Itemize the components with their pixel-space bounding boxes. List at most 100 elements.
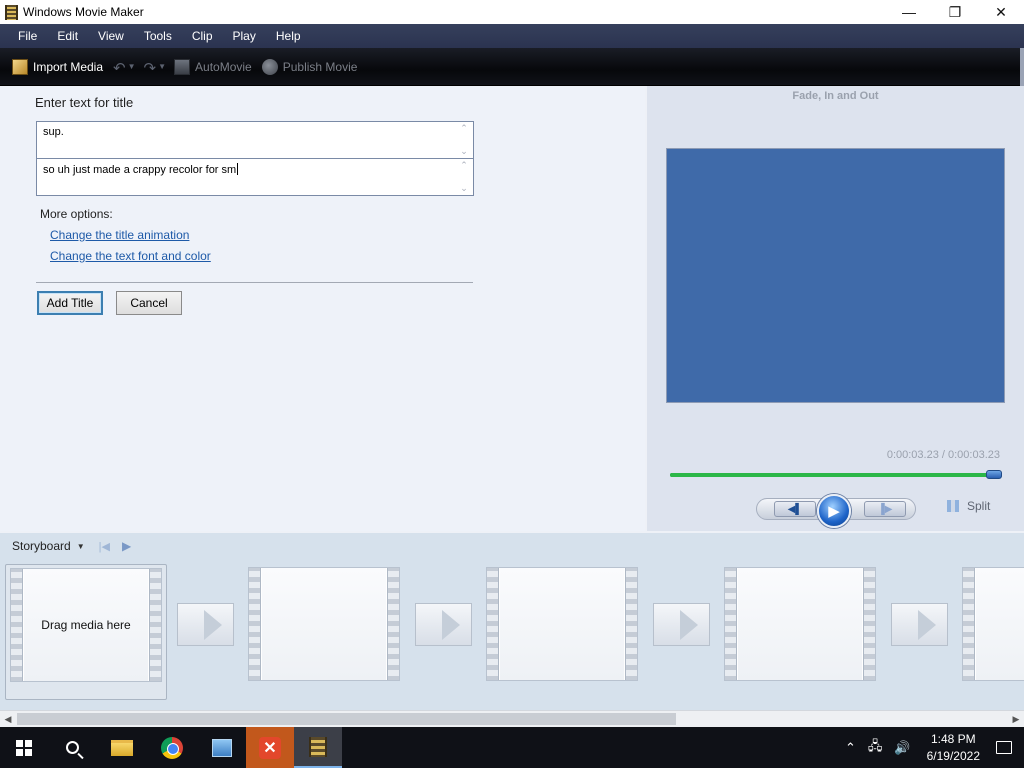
movie-maker-taskbar-button[interactable]: [294, 727, 342, 768]
line1-scrollbar[interactable]: ⌃ ⌄: [458, 123, 470, 157]
line2-scrollbar[interactable]: ⌃ ⌄: [458, 160, 470, 194]
title-editor-heading: Enter text for title: [35, 95, 134, 110]
import-media-icon: [12, 58, 28, 75]
scroll-down-icon[interactable]: ⌄: [460, 183, 468, 194]
minimize-button[interactable]: —: [886, 0, 932, 24]
split-button[interactable]: Split: [947, 499, 990, 513]
title-bar: Windows Movie Maker — ❐ ✕: [0, 0, 1024, 24]
empty-frame: [738, 568, 862, 680]
film-perforation: [11, 569, 23, 681]
clock-date: 6/19/2022: [926, 748, 980, 763]
undo-icon[interactable]: ↶: [113, 59, 126, 77]
time-readout: 0:00:03.23 / 0:00:03.23: [886, 449, 1000, 461]
film-perforation: [725, 568, 737, 680]
storyboard-scrollbar[interactable]: ◀ ▶: [0, 710, 1024, 727]
storyboard-view-dropdown[interactable]: Storyboard: [12, 539, 71, 553]
volume-icon[interactable]: 🔊: [894, 740, 910, 756]
seek-progress: [670, 473, 1002, 477]
search-button[interactable]: [48, 727, 96, 768]
menu-file[interactable]: File: [8, 24, 47, 48]
menu-play[interactable]: Play: [223, 24, 266, 48]
storyboard-frame[interactable]: [248, 567, 400, 681]
error-x-icon: ✕: [259, 736, 281, 759]
previous-frame-button[interactable]: ◀▌: [774, 501, 816, 517]
notification-icon: [996, 741, 1012, 754]
transition-slot[interactable]: [415, 603, 472, 646]
empty-frame: [262, 568, 386, 680]
network-icon[interactable]: 🖧: [868, 737, 883, 759]
transition-arrow-icon: [918, 610, 936, 640]
film-perforation: [625, 568, 637, 680]
previous-frame-icon: ◀▌: [787, 503, 803, 515]
add-title-button[interactable]: Add Title: [37, 291, 103, 315]
scroll-down-icon[interactable]: ⌄: [460, 146, 468, 157]
chevron-up-icon[interactable]: ⌃: [845, 740, 856, 756]
transition-slot[interactable]: [653, 603, 710, 646]
scroll-up-icon[interactable]: ⌃: [460, 160, 468, 171]
scroll-right-icon[interactable]: ▶: [1008, 711, 1024, 727]
storyboard-frame[interactable]: [724, 567, 876, 681]
search-icon: [65, 741, 79, 754]
transition-slot[interactable]: [177, 603, 234, 646]
cancel-button[interactable]: Cancel: [116, 291, 182, 315]
publish-movie-button[interactable]: Publish Movie: [261, 58, 357, 75]
scroll-up-icon[interactable]: ⌃: [460, 123, 468, 134]
effect-name: Fade, In and Out: [792, 90, 879, 102]
clock[interactable]: 1:48 PM 6/19/2022: [927, 731, 980, 765]
next-frame-icon: ▐▶: [877, 503, 893, 515]
menu-clip[interactable]: Clip: [182, 24, 223, 48]
toolbar: Import Media ↶ ▼ ↷ ▼ AutoMovie Publish M…: [0, 48, 1024, 86]
film-perforation: [149, 569, 161, 681]
preview-screen[interactable]: [666, 148, 1005, 403]
transition-slot[interactable]: [891, 603, 948, 646]
transport-controls: ◀▌ ▐▶ ▶: [756, 494, 916, 528]
scroll-left-icon[interactable]: ◀: [0, 711, 16, 727]
movie-maker-app-icon: [5, 4, 18, 20]
title-line1-input[interactable]: sup. ⌃ ⌄: [36, 121, 474, 159]
maximize-button[interactable]: ❐: [932, 0, 978, 24]
system-tray: ⌃ 🖧 🔊 1:48 PM 6/19/2022: [839, 727, 984, 768]
title-line2-input[interactable]: so uh just made a crappy recolor for sm …: [36, 158, 474, 196]
next-frame-button[interactable]: ▐▶: [864, 501, 906, 517]
chrome-icon: [161, 736, 183, 759]
empty-frame: [500, 568, 624, 680]
menu-tools[interactable]: Tools: [134, 24, 182, 48]
rewind-storyboard-icon[interactable]: |◀: [99, 540, 110, 553]
split-icon: [947, 500, 959, 512]
storyboard-slot-selected[interactable]: Drag media here: [5, 564, 167, 700]
storyboard-frame[interactable]: Drag media here: [10, 568, 162, 682]
file-explorer-button[interactable]: [98, 727, 146, 768]
play-button[interactable]: ▶: [817, 494, 851, 528]
notification-center-button[interactable]: [984, 727, 1024, 768]
split-label: Split: [967, 499, 991, 513]
play-storyboard-icon[interactable]: ▶: [122, 539, 131, 553]
text-caret: [237, 163, 239, 175]
menu-view[interactable]: View: [88, 24, 134, 48]
menu-help[interactable]: Help: [266, 24, 311, 48]
menu-bar: File Edit View Tools Clip Play Help: [0, 24, 1024, 48]
error-app-button[interactable]: ✕: [246, 727, 294, 768]
seek-bar[interactable]: [670, 473, 1002, 477]
empty-frame: [976, 568, 1024, 680]
scrollbar-thumb[interactable]: [17, 713, 676, 725]
start-button[interactable]: [0, 727, 48, 768]
title-line2-value: so uh just made a crappy recolor for sm: [43, 163, 239, 176]
seek-thumb[interactable]: [986, 470, 1002, 479]
change-title-animation-link[interactable]: Change the title animation: [50, 228, 189, 242]
chevron-down-icon[interactable]: ▼: [77, 542, 85, 551]
divider: [36, 282, 473, 283]
close-button[interactable]: ✕: [978, 0, 1024, 24]
network-app-button[interactable]: [198, 727, 246, 768]
undo-dropdown-icon[interactable]: ▼: [128, 62, 136, 71]
storyboard-frame[interactable]: [486, 567, 638, 681]
film-perforation: [387, 568, 399, 680]
menu-edit[interactable]: Edit: [47, 24, 88, 48]
redo-icon[interactable]: ↷: [144, 59, 157, 77]
change-font-color-link[interactable]: Change the text font and color: [50, 249, 211, 263]
import-media-button[interactable]: Import Media: [12, 58, 103, 75]
redo-dropdown-icon[interactable]: ▼: [158, 62, 166, 71]
taskbar: ✕ ⌃ 🖧 🔊 1:48 PM 6/19/2022: [0, 727, 1024, 768]
automovie-button[interactable]: AutoMovie: [174, 58, 252, 75]
storyboard-frame[interactable]: [962, 567, 1024, 681]
chrome-button[interactable]: [148, 727, 196, 768]
